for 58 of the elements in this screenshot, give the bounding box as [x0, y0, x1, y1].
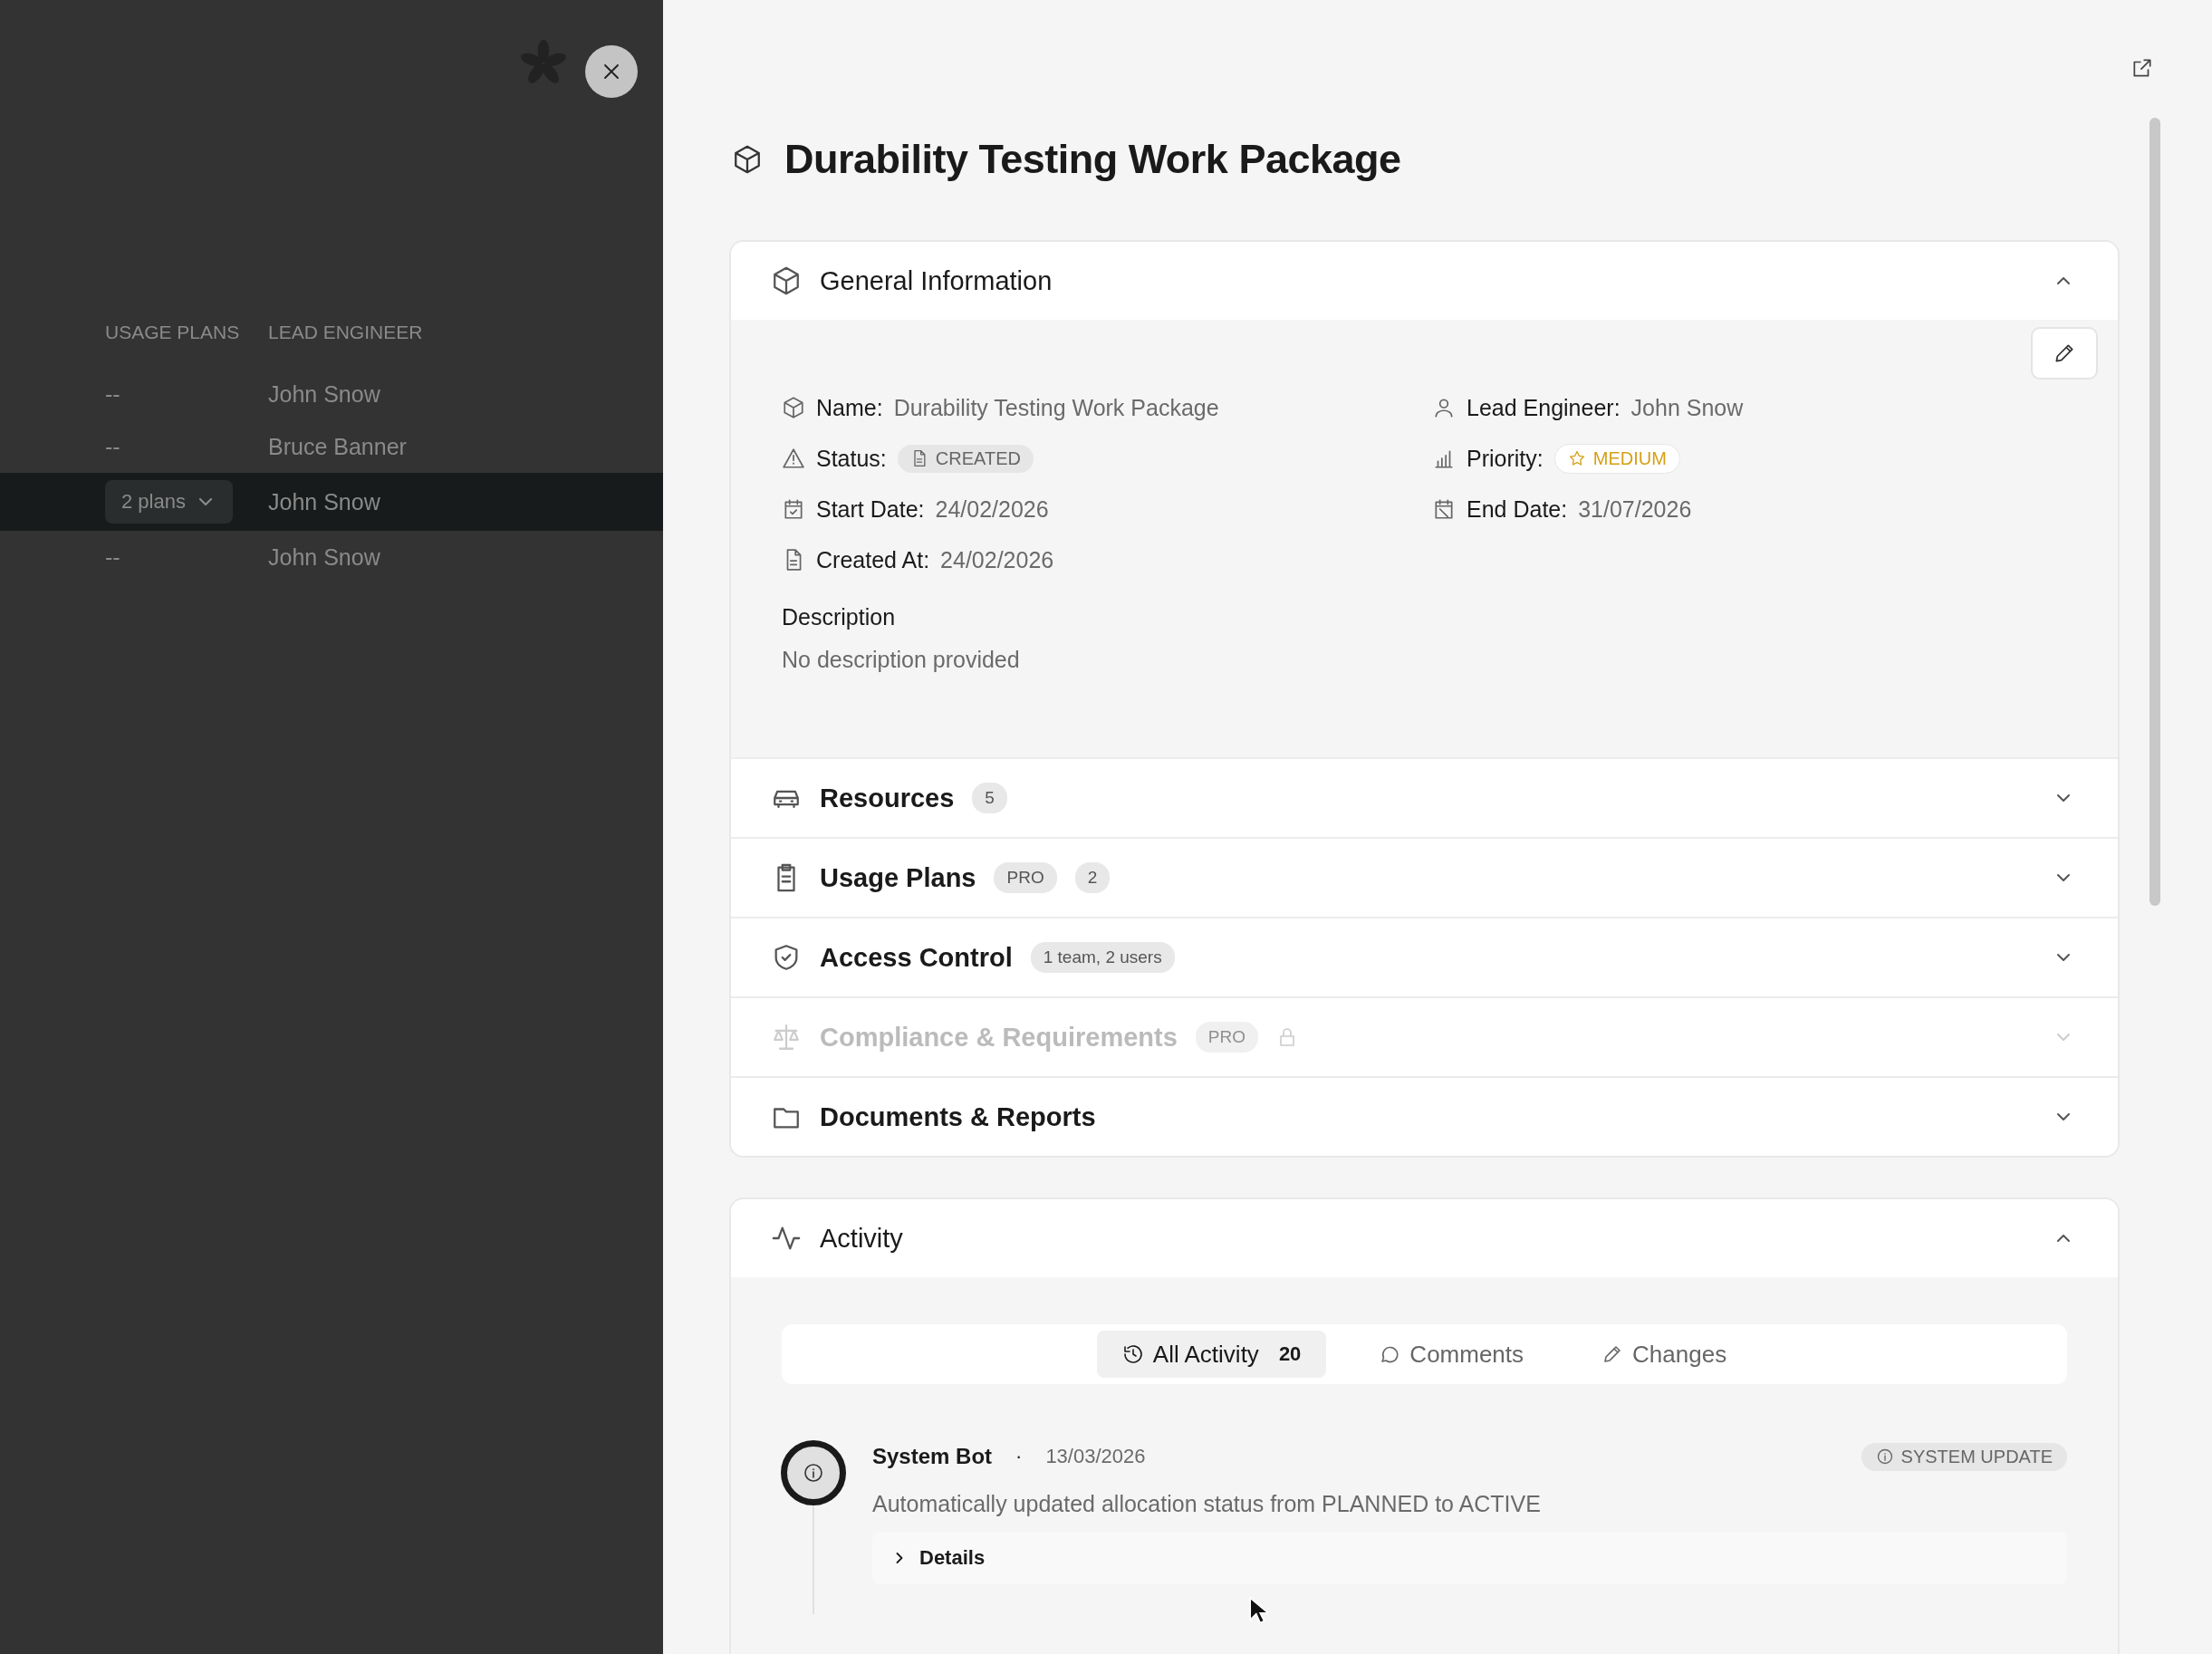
- priority-badge: MEDIUM: [1553, 443, 1680, 474]
- entry-date: 13/03/2026: [1045, 1445, 1146, 1468]
- count-badge: PRO: [994, 862, 1057, 893]
- column-header: USAGE PLANS: [105, 322, 241, 343]
- section-title: Activity: [820, 1223, 903, 1254]
- field-value: 24/02/2026: [940, 546, 1054, 573]
- description-label: Description: [782, 604, 897, 630]
- page-title: Durability Testing Work Package: [784, 136, 1401, 183]
- table-cell: John Snow: [268, 543, 380, 571]
- count-badge: PRO: [1195, 1022, 1258, 1053]
- scrollbar-thumb[interactable]: [2149, 118, 2160, 906]
- field-label: Priority:: [1467, 445, 1544, 472]
- plans-dropdown[interactable]: 2 plans: [105, 480, 233, 524]
- warning-icon: [782, 447, 805, 470]
- edit-button[interactable]: [2031, 327, 2098, 380]
- external-link-icon[interactable]: [2130, 56, 2154, 80]
- table-cell: John Snow: [268, 380, 380, 408]
- field-label: End Date:: [1467, 495, 1568, 523]
- field-label: Status:: [816, 445, 887, 472]
- field-value: 24/02/2026: [935, 495, 1049, 523]
- field-label: Created At:: [816, 546, 930, 573]
- status-badge: CREATED: [897, 444, 1034, 473]
- separator-dot: ·: [1015, 1445, 1023, 1468]
- table-cell: --: [105, 433, 120, 459]
- table-cell: --: [105, 543, 120, 570]
- description-text: No description provided: [782, 647, 1021, 673]
- field-label: Name:: [816, 394, 883, 421]
- entry-message: Automatically updated allocation status from PLANNED to ACTIVE: [872, 1491, 1542, 1517]
- cube-icon: [771, 265, 802, 296]
- calendar-check-icon: [782, 497, 805, 521]
- count-badge: 1 team, 2 users: [1030, 942, 1175, 973]
- tab[interactable]: All Activity 20: [1096, 1331, 1327, 1378]
- author-name: System Bot: [872, 1444, 993, 1469]
- tab[interactable]: Changes: [1576, 1331, 1753, 1378]
- table-cell: Bruce Banner: [268, 433, 407, 460]
- mouse-cursor-icon: [1248, 1596, 1268, 1626]
- tab[interactable]: Comments: [1353, 1331, 1550, 1378]
- column-header: LEAD ENGINEER: [268, 322, 423, 343]
- scales-icon: [771, 1022, 802, 1053]
- cube-icon: [732, 144, 763, 175]
- type-badge: SYSTEM UPDATE: [1861, 1442, 2067, 1471]
- section-header[interactable]: Documents & Reports: [731, 1076, 2118, 1156]
- field-value: John Snow: [1630, 394, 1744, 421]
- field-value: 31/07/2026: [1578, 495, 1692, 523]
- table-cell: --: [105, 380, 120, 407]
- history-icon: [1121, 1343, 1144, 1365]
- field-value: Durability Testing Work Package: [893, 394, 1219, 421]
- table-cell: John Snow: [268, 488, 380, 515]
- field-label: Lead Engineer:: [1467, 394, 1621, 421]
- field-label: Start Date:: [816, 495, 925, 523]
- count-badge: 2: [1074, 862, 1111, 893]
- section-title: General Information: [820, 265, 1053, 296]
- calendar-cross-icon: [1432, 497, 1456, 521]
- cube-icon: [782, 396, 805, 419]
- pencil-icon: [2053, 341, 2076, 365]
- details-toggle[interactable]: Details: [872, 1532, 2067, 1584]
- count-badge: 5: [972, 783, 1007, 813]
- close-button[interactable]: [585, 45, 638, 98]
